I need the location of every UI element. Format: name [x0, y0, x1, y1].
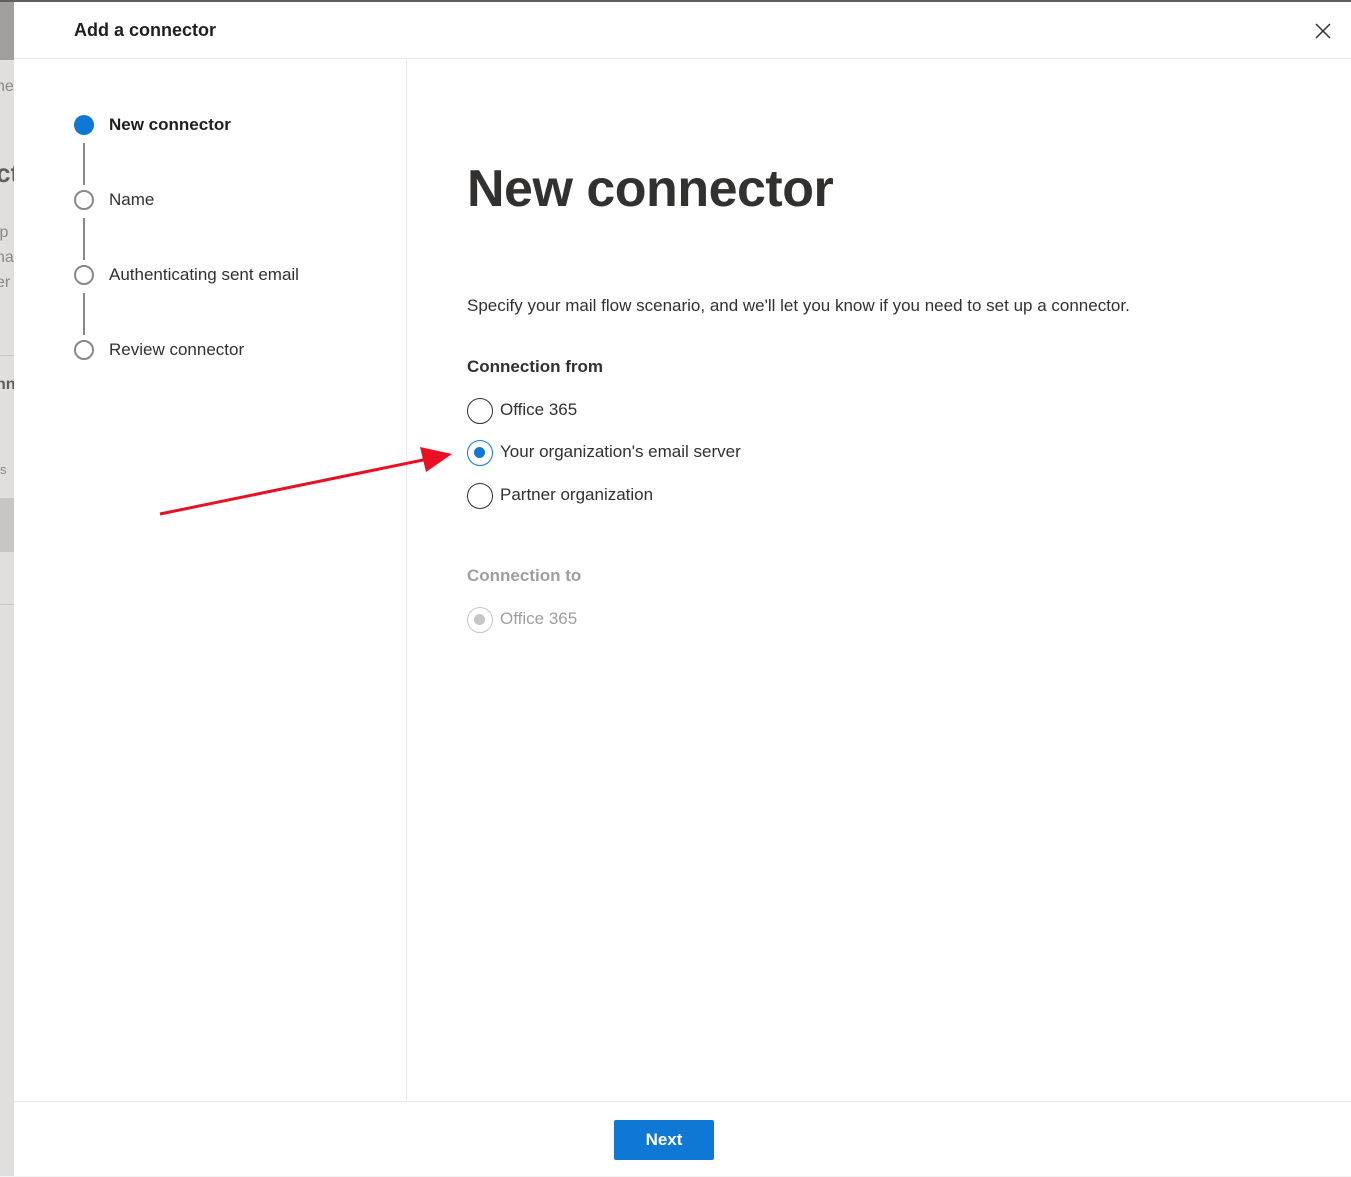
wizard-stepper: New connector Name Authenticating sent e… — [14, 59, 407, 1101]
step-label: Authenticating sent email — [109, 265, 299, 284]
background-divider — [0, 604, 14, 605]
step-label: Name — [109, 190, 155, 209]
radio-circle-icon — [467, 483, 493, 509]
dialog-header: Add a connector — [14, 2, 1351, 59]
radio-disabled-checked-icon — [467, 607, 493, 633]
dialog-title: Add a connector — [74, 20, 217, 40]
step-connector-line — [83, 293, 85, 335]
background-text: s — [0, 462, 7, 477]
background-text: er — [0, 274, 11, 291]
add-connector-dialog: Add a connector New connector Name Authe… — [14, 2, 1351, 1176]
background-header — [0, 0, 14, 60]
radio-label: Office 365 — [500, 400, 578, 419]
step-label: Review connector — [109, 340, 245, 359]
background-text: ct — [0, 158, 14, 188]
dialog-footer: Next — [14, 1101, 1351, 1177]
background-text: ne — [0, 78, 14, 95]
step-connector-line — [83, 143, 85, 185]
background-text: lp — [0, 224, 9, 241]
background-text: nat — [0, 249, 14, 266]
next-button[interactable]: Next — [614, 1120, 714, 1160]
connection-from-label: Connection from — [467, 357, 603, 376]
page-title: New connector — [467, 160, 834, 218]
close-button[interactable] — [1309, 17, 1337, 45]
radio-circle-icon — [467, 398, 493, 424]
background-page: ne ct lp nat er nn s — [0, 0, 14, 1176]
background-selected-row — [0, 498, 14, 552]
radio-checked-icon — [467, 440, 493, 466]
step-pending-dot-icon — [74, 190, 94, 210]
step-current-dot-icon — [74, 115, 94, 135]
step-label: New connector — [109, 115, 231, 134]
step-connector-line — [83, 218, 85, 260]
radio-label: Your organization's email server — [500, 442, 741, 461]
close-icon — [1315, 23, 1331, 39]
step-pending-dot-icon — [74, 340, 94, 360]
radio-label: Office 365 — [500, 609, 578, 628]
page-description: Specify your mail flow scenario, and we'… — [467, 296, 1130, 315]
background-divider — [0, 355, 14, 356]
connection-to-label: Connection to — [467, 566, 582, 585]
radio-label: Partner organization — [500, 485, 654, 504]
step-pending-dot-icon — [74, 265, 94, 285]
background-text: nn — [0, 376, 14, 393]
